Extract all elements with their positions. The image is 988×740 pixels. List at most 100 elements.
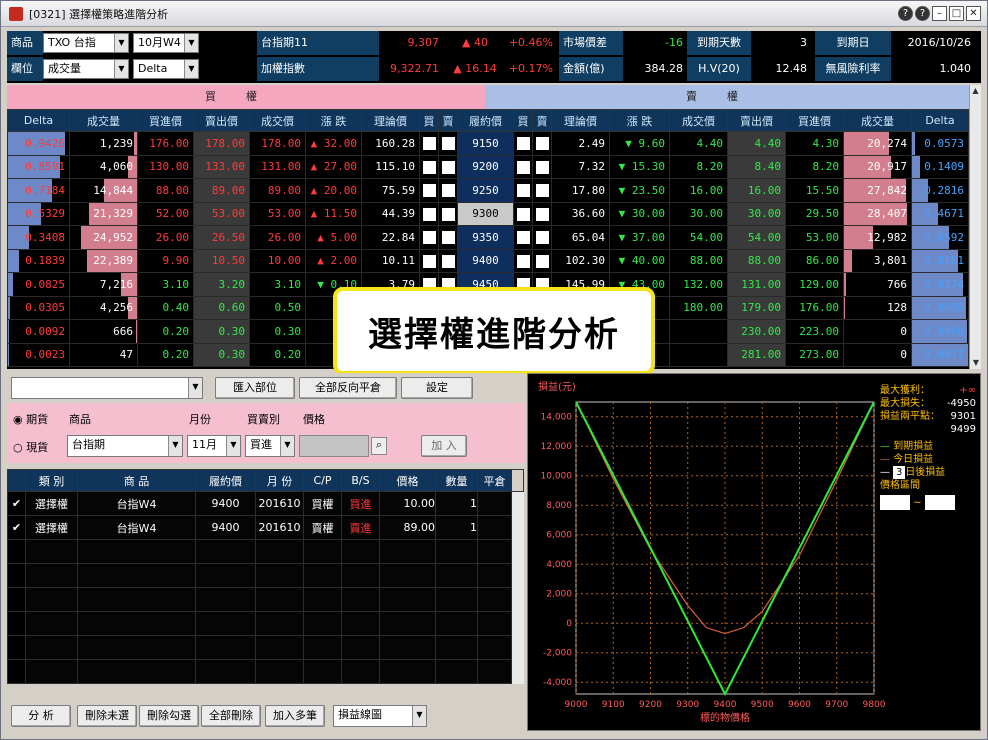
put-checkbox[interactable]: [532, 131, 552, 156]
scroll-down-icon[interactable]: ▼: [970, 357, 982, 369]
checkbox[interactable]: [441, 137, 455, 150]
minimize-button[interactable]: –: [932, 6, 947, 21]
put-checkbox[interactable]: [513, 178, 533, 203]
row-checkbox[interactable]: [7, 659, 26, 684]
checkbox[interactable]: [535, 254, 549, 268]
put-checkbox[interactable]: [513, 131, 533, 156]
chain-row[interactable]: 0.9426 1,239 176.00 178.00 178.00 ▲ 32.00 160.…: [7, 131, 969, 156]
put-checkbox[interactable]: [532, 225, 552, 250]
delete-unchecked-button[interactable]: 刪除未選: [77, 705, 137, 727]
call-checkbox[interactable]: [438, 178, 458, 203]
checkbox[interactable]: [422, 254, 436, 268]
row-checkbox[interactable]: [7, 539, 26, 564]
checkbox[interactable]: [422, 231, 436, 244]
call-checkbox[interactable]: [419, 225, 439, 250]
month-select[interactable]: 10月W4 ▼: [133, 33, 199, 53]
table-row[interactable]: [7, 539, 524, 564]
call-checkbox[interactable]: [419, 248, 439, 273]
put-checkbox[interactable]: [513, 154, 533, 179]
range-max-input[interactable]: [924, 495, 955, 510]
order-product-select[interactable]: 台指期 ▼: [67, 435, 183, 457]
put-checkbox[interactable]: [513, 248, 533, 273]
row-checkbox[interactable]: ✔: [7, 491, 26, 516]
scroll-track[interactable]: [511, 515, 524, 540]
checkbox[interactable]: [422, 207, 436, 221]
call-checkbox[interactable]: [438, 201, 458, 226]
scroll-up-icon[interactable]: ▲: [970, 85, 981, 97]
row-checkbox[interactable]: [7, 635, 26, 660]
row-checkbox[interactable]: [7, 611, 26, 636]
checkbox[interactable]: [535, 184, 549, 197]
checkbox[interactable]: [422, 160, 436, 174]
put-checkbox[interactable]: [513, 201, 533, 226]
chain-row[interactable]: 0.7184 14,844 88.00 89.00 89.00 ▲ 20.00 75.59 9…: [7, 178, 969, 203]
table-row[interactable]: [7, 563, 524, 588]
add-multiple-button[interactable]: 加入多筆: [265, 705, 325, 727]
add-order-button[interactable]: 加 入: [421, 435, 467, 457]
delete-checked-button[interactable]: 刪除勾選: [139, 705, 199, 727]
settings-button[interactable]: 設定: [401, 377, 473, 399]
maximize-button[interactable]: □: [949, 6, 964, 21]
chain-row[interactable]: 0.8591 4,060 130.00 133.00 131.00 ▲ 27.00 115.…: [7, 154, 969, 179]
scroll-track[interactable]: [511, 491, 524, 516]
row-checkbox[interactable]: [7, 587, 26, 612]
close-button[interactable]: ✕: [966, 6, 981, 21]
order-side-select[interactable]: 買進 ▼: [245, 435, 295, 457]
chain-row[interactable]: 0.1839 22,389 9.90 10.50 10.00 ▲ 2.00 10.11 940…: [7, 248, 969, 273]
table-row[interactable]: ✔ 選擇權 台指W4 9400 201610 買權 買進 10.00 1: [7, 491, 524, 516]
table-row[interactable]: [7, 587, 524, 612]
call-checkbox[interactable]: [438, 225, 458, 250]
scroll-track[interactable]: [511, 587, 524, 612]
checkbox[interactable]: [535, 160, 549, 174]
call-checkbox[interactable]: [419, 201, 439, 226]
greek-select[interactable]: Delta ▼: [133, 59, 199, 79]
delete-all-button[interactable]: 全部刪除: [201, 705, 261, 727]
checkbox[interactable]: [535, 231, 549, 244]
call-checkbox[interactable]: [419, 154, 439, 179]
order-price-input[interactable]: [299, 435, 369, 457]
chain-scrollbar[interactable]: ▲ ▼: [969, 85, 981, 369]
column-select[interactable]: 成交量 ▼: [43, 59, 129, 79]
chain-row[interactable]: 0.5329 21,329 52.00 53.00 53.00 ▲ 11.50 44.39 9…: [7, 201, 969, 226]
row-checkbox[interactable]: [7, 563, 26, 588]
checkbox[interactable]: [516, 160, 530, 174]
call-checkbox[interactable]: [419, 178, 439, 203]
search-icon[interactable]: ⌕: [371, 437, 387, 455]
days-input[interactable]: 3: [893, 466, 906, 479]
order-month-select[interactable]: 11月 ▼: [187, 435, 241, 457]
call-checkbox[interactable]: [438, 154, 458, 179]
put-checkbox[interactable]: [532, 201, 552, 226]
row-checkbox[interactable]: ✔: [7, 515, 26, 540]
call-checkbox[interactable]: [438, 131, 458, 156]
scroll-track[interactable]: [511, 539, 524, 564]
checkbox[interactable]: [441, 231, 455, 244]
table-row[interactable]: [7, 635, 524, 660]
checkbox[interactable]: [422, 184, 436, 197]
call-checkbox[interactable]: [438, 248, 458, 273]
product-select[interactable]: TXO 台指 ▼: [43, 33, 129, 53]
chart-type-select[interactable]: 損益線圖 ▼: [333, 705, 427, 727]
checkbox[interactable]: [516, 137, 530, 150]
portfolio-select[interactable]: ▼: [11, 377, 203, 399]
checkbox[interactable]: [441, 160, 455, 174]
reverse-close-all-button[interactable]: 全部反向平倉: [299, 377, 397, 399]
put-checkbox[interactable]: [532, 178, 552, 203]
checkbox[interactable]: [516, 231, 530, 244]
select-all-checkbox[interactable]: [7, 469, 26, 492]
table-row[interactable]: [7, 659, 524, 684]
checkbox[interactable]: [441, 207, 455, 221]
import-position-button[interactable]: 匯入部位: [215, 377, 295, 399]
checkbox[interactable]: [422, 137, 436, 150]
checkbox[interactable]: [441, 184, 455, 197]
range-min-input[interactable]: [880, 495, 910, 510]
futures-radio[interactable]: ◉ 期貨: [13, 411, 48, 427]
put-checkbox[interactable]: [532, 154, 552, 179]
checkbox[interactable]: [441, 254, 455, 268]
put-checkbox[interactable]: [513, 225, 533, 250]
scroll-track[interactable]: [511, 659, 524, 684]
help-icon[interactable]: ?: [915, 6, 930, 21]
spot-radio[interactable]: ○ 現貨: [13, 439, 48, 455]
checkbox[interactable]: [535, 137, 549, 150]
call-checkbox[interactable]: [419, 131, 439, 156]
checkbox[interactable]: [516, 207, 530, 221]
